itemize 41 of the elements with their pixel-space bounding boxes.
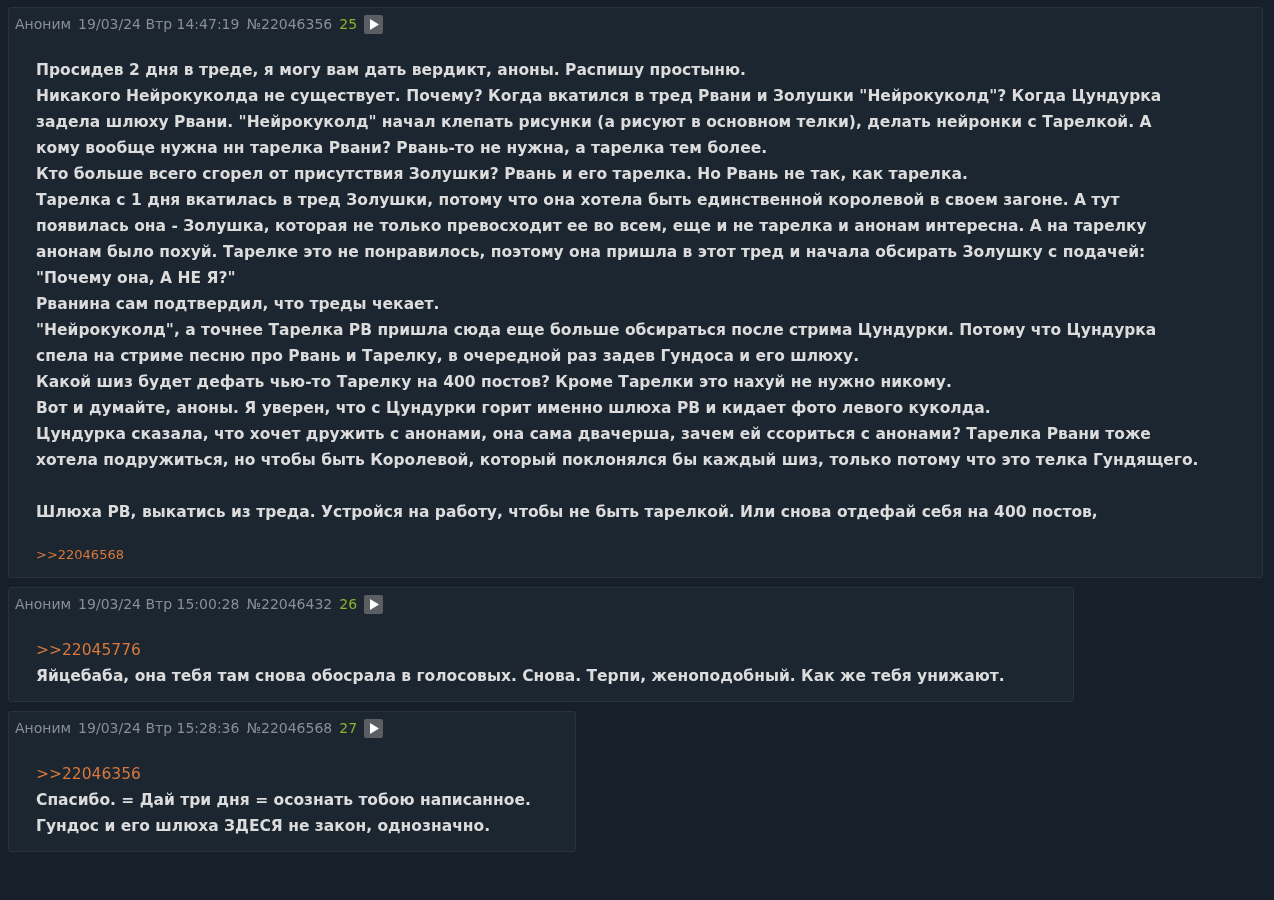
expand-button[interactable] [364, 15, 384, 34]
post-text-line: Кто больше всего сгорел от присутствия Золушки? Рвань и его тарелка. Но Рвань не так, как тарелка. [36, 164, 968, 185]
backlink[interactable]: >>22046568 [36, 545, 124, 565]
poster-name: Аноним [15, 594, 72, 614]
post-text-line: Вот и думайте, аноны. Я уверен, что с Цундурки горит именно шлюха РВ и кидает фото левого куколда. [36, 398, 991, 419]
poster-name: Аноним [15, 718, 72, 738]
post-number: №22046356 [246, 15, 333, 34]
post-date: 19/03/24 Втр 15:00:28 [78, 594, 240, 614]
post-text-line: Никакого Нейрокуколда не существует. Почему? Когда вкатился в тред Рвани и Золушки "Нейрокуколд"? Когда Цундурка [36, 86, 1162, 107]
post-number: №22046432 [246, 594, 333, 614]
expand-button[interactable] [364, 718, 384, 738]
post-date: 19/03/24 Втр 14:47:19 [78, 15, 240, 34]
post-index: 26 [339, 594, 358, 614]
post-text-line: Цундурка сказала, что хочет дружить с анонами, она сама двачерша, зачем ей ссориться с анонами? Тарелка Рвани тоже [36, 424, 1151, 445]
post-text-line: кому вообще нужна нн тарелка Рвани? Рвань-то не нужна, а тарелка тем более. [36, 138, 768, 159]
reply-link[interactable]: >>22045776 [36, 636, 141, 663]
play-icon [368, 598, 379, 610]
post-text-line: "Нейрокуколд", а точнее Тарелка РВ пришла сюда еще больше обсираться после стрима Цундурки. Потому что Цундурка [36, 320, 1157, 341]
post-index: 27 [339, 718, 358, 738]
post-text-line: Яйцебаба, она тебя там снова обосрала в голосовых. Снова. Терпи, женоподобный. Как же тебя унижают. [36, 665, 1005, 687]
post-date: 19/03/24 Втр 15:28:36 [78, 718, 240, 738]
post-text-line: "Почему она, А НЕ Я?" [36, 268, 236, 289]
post-text-line: Какой шиз будет дефать чью-то Тарелку на 400 постов? Кроме Тарелки это нахуй не нужно никому. [36, 372, 952, 393]
play-icon [368, 19, 379, 30]
post-text-line: появилась она - Золушка, которая не только превосходит ее во всем, еще и не тарелка и анонам интересна. А на тарелку [36, 216, 1147, 237]
post-text-line: Просидев 2 дня в треде, я могу вам дать вердикт, аноны. Распишу простыню. [36, 60, 746, 81]
post-text-line: хотела подружиться, но чтобы быть Королевой, который поклонялся бы каждый шиз, только потому что это телка Гундящего. [36, 450, 1199, 471]
post-text-line: Рванина сам подтвердил, что треды чекает. [36, 294, 440, 315]
post-number: №22046568 [246, 718, 333, 738]
post-text-line: Шлюха РВ, выкатись из треда. Устройся на работу, чтобы не быть тарелкой. Или снова отдефай себя на 400 постов, [36, 502, 1098, 523]
expand-button[interactable] [364, 594, 384, 614]
post-index: 25 [339, 15, 358, 34]
reply-link[interactable]: >>22046356 [36, 760, 141, 787]
post-text-line: Тарелка с 1 дня вкатилась в тред Золушки, потому что она хотела быть единственной королевой в своем загоне. А тут [36, 190, 1120, 211]
post-text-line: задела шлюху Рвани. "Нейрокуколд" начал клепать рисунки (а рисуют в основном телки), делать нейронки с Тарелкой. А [36, 112, 1152, 133]
poster-name: Аноним [15, 15, 72, 34]
post-text-line: спела на стриме песню про Рвань и Тарелку, в очередной раз задев Гундоса и его шлюху. [36, 346, 860, 367]
post-text-line: Гундос и его шлюха ЗДЕСЯ не закон, однозначно. [36, 815, 491, 837]
post-text-line: анонам было похуй. Тарелке это не понравилось, поэтому она пришла в этот тред и начала обсирать Золушку с подачей: [36, 242, 1146, 263]
post-text-line: Спасибо. = Дай три дня = осознать тобою написанное. [36, 789, 531, 811]
play-icon [368, 722, 379, 734]
